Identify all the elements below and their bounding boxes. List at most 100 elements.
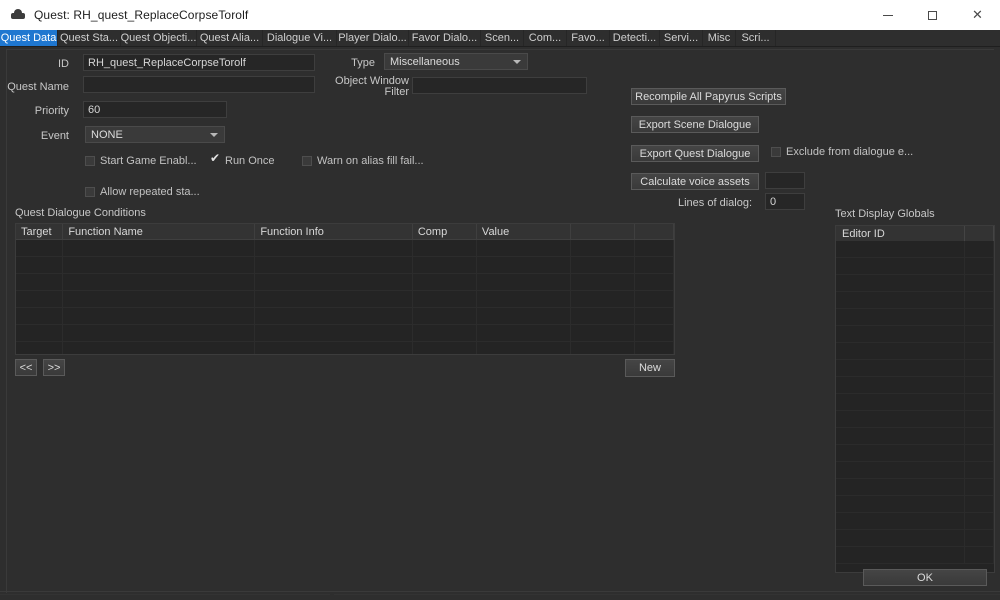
- conditions-column-header[interactable]: Function Info: [255, 224, 413, 239]
- list-item[interactable]: [836, 377, 994, 394]
- object-window-filter-label-line2: Filter: [384, 86, 409, 98]
- lines-of-dialog-value: 0: [765, 193, 805, 210]
- lines-of-dialog-label: Lines of dialog:: [678, 197, 752, 209]
- list-item[interactable]: [836, 241, 994, 258]
- table-cell: [571, 342, 635, 354]
- conditions-column-header[interactable]: Comp: [412, 224, 477, 239]
- voice-assets-output[interactable]: [765, 172, 805, 189]
- list-item[interactable]: [836, 394, 994, 411]
- tab-dialogue-vi[interactable]: Dialogue Vi...: [263, 30, 337, 46]
- list-item[interactable]: [836, 326, 994, 343]
- table-row[interactable]: [16, 291, 674, 308]
- list-cell: [836, 258, 965, 274]
- list-item[interactable]: [836, 292, 994, 309]
- text-display-globals-column-header[interactable]: Editor ID: [836, 226, 965, 241]
- list-item[interactable]: [836, 343, 994, 360]
- conditions-column-header[interactable]: Value: [476, 224, 571, 239]
- export-scene-dialogue-button[interactable]: Export Scene Dialogue: [631, 116, 759, 133]
- tab-scri[interactable]: Scri...: [736, 30, 776, 46]
- allow-repeated-stages-checkbox[interactable]: Allow repeated sta...: [85, 186, 200, 198]
- list-item[interactable]: [836, 428, 994, 445]
- list-item[interactable]: [836, 275, 994, 292]
- list-item[interactable]: [836, 258, 994, 275]
- type-select[interactable]: Miscellaneous: [384, 53, 528, 70]
- table-cell: [477, 325, 571, 341]
- text-display-globals-column-header[interactable]: [965, 226, 994, 241]
- table-cell: [255, 308, 413, 324]
- table-cell: [16, 325, 64, 341]
- tab-quest-data[interactable]: Quest Data: [0, 30, 58, 46]
- export-quest-dialogue-button[interactable]: Export Quest Dialogue: [631, 145, 759, 162]
- id-input[interactable]: RH_quest_ReplaceCorpseTorolf: [83, 54, 315, 71]
- recompile-all-papyrus-scripts-button[interactable]: Recompile All Papyrus Scripts: [631, 88, 786, 105]
- list-item[interactable]: [836, 462, 994, 479]
- text-display-globals-list[interactable]: Editor ID: [835, 225, 995, 573]
- conditions-column-header[interactable]: Target: [16, 224, 64, 239]
- calculate-voice-assets-button[interactable]: Calculate voice assets: [631, 173, 759, 190]
- list-item[interactable]: [836, 445, 994, 462]
- list-cell: [965, 309, 994, 325]
- list-item[interactable]: [836, 513, 994, 530]
- tab-quest-alia[interactable]: Quest Alia...: [197, 30, 263, 46]
- conditions-column-header[interactable]: [570, 224, 635, 239]
- start-game-enabled-checkbox[interactable]: Start Game Enabl...: [85, 155, 197, 167]
- tab-detecti[interactable]: Detecti...: [610, 30, 660, 46]
- table-row[interactable]: [16, 240, 674, 257]
- table-row[interactable]: [16, 342, 674, 354]
- quest-name-input[interactable]: [83, 76, 315, 93]
- table-cell: [255, 274, 413, 290]
- ok-button[interactable]: OK: [863, 569, 987, 586]
- tab-scen[interactable]: Scen...: [481, 30, 524, 46]
- maximize-button[interactable]: [910, 0, 955, 30]
- table-cell: [477, 291, 571, 307]
- table-cell: [16, 240, 64, 256]
- table-cell: [413, 342, 477, 354]
- previous-page-button[interactable]: <<: [15, 359, 37, 376]
- event-select[interactable]: NONE: [85, 126, 225, 143]
- quest-editor-window: Quest: RH_quest_ReplaceCorpseTorolf ✕ Qu…: [0, 0, 1000, 600]
- table-cell: [413, 257, 477, 273]
- tab-player-dialo[interactable]: Player Dialo...: [337, 30, 409, 46]
- list-item[interactable]: [836, 360, 994, 377]
- tab-misc[interactable]: Misc: [703, 30, 736, 46]
- conditions-column-header[interactable]: [634, 224, 674, 239]
- minimize-button[interactable]: [865, 0, 910, 30]
- tab-favo[interactable]: Favo...: [567, 30, 610, 46]
- quest-dialogue-conditions-grid[interactable]: Target Function Name Function Info Comp Valu…: [15, 223, 675, 355]
- window-controls: ✕: [865, 0, 1000, 30]
- table-row[interactable]: [16, 274, 674, 291]
- table-cell: [16, 291, 64, 307]
- tab-quest-objecti[interactable]: Quest Objecti...: [121, 30, 197, 46]
- conditions-header-row: Target Function Name Function Info Comp Valu…: [16, 224, 674, 240]
- tab-com[interactable]: Com...: [524, 30, 567, 46]
- warn-on-alias-fill-checkbox[interactable]: Warn on alias fill fail...: [302, 155, 424, 167]
- conditions-column-header[interactable]: Function Name: [63, 224, 256, 239]
- run-once-checkbox[interactable]: Run Once: [210, 152, 275, 167]
- tab-favor-dialo[interactable]: Favor Dialo...: [409, 30, 481, 46]
- priority-input[interactable]: 60: [83, 101, 227, 118]
- table-cell: [413, 240, 477, 256]
- list-item[interactable]: [836, 479, 994, 496]
- tab-servi[interactable]: Servi...: [660, 30, 703, 46]
- list-item[interactable]: [836, 547, 994, 564]
- list-item[interactable]: [836, 530, 994, 547]
- close-button[interactable]: ✕: [955, 0, 1000, 30]
- object-window-filter-input[interactable]: [412, 77, 587, 94]
- table-row[interactable]: [16, 325, 674, 342]
- table-row[interactable]: [16, 257, 674, 274]
- table-cell: [571, 257, 635, 273]
- list-cell: [965, 547, 994, 563]
- title-bar: Quest: RH_quest_ReplaceCorpseTorolf ✕: [0, 0, 1000, 30]
- list-item[interactable]: [836, 411, 994, 428]
- checkbox-box: [85, 156, 95, 166]
- list-item[interactable]: [836, 496, 994, 513]
- new-condition-button[interactable]: New: [625, 359, 675, 377]
- exclude-from-dialogue-export-checkbox[interactable]: Exclude from dialogue e...: [771, 146, 913, 158]
- checkbox-box: [85, 187, 95, 197]
- next-page-button[interactable]: >>: [43, 359, 65, 376]
- list-item[interactable]: [836, 309, 994, 326]
- bottom-divider-left: [0, 594, 330, 595]
- tab-quest-sta[interactable]: Quest Sta...: [58, 30, 121, 46]
- list-cell: [965, 343, 994, 359]
- table-row[interactable]: [16, 308, 674, 325]
